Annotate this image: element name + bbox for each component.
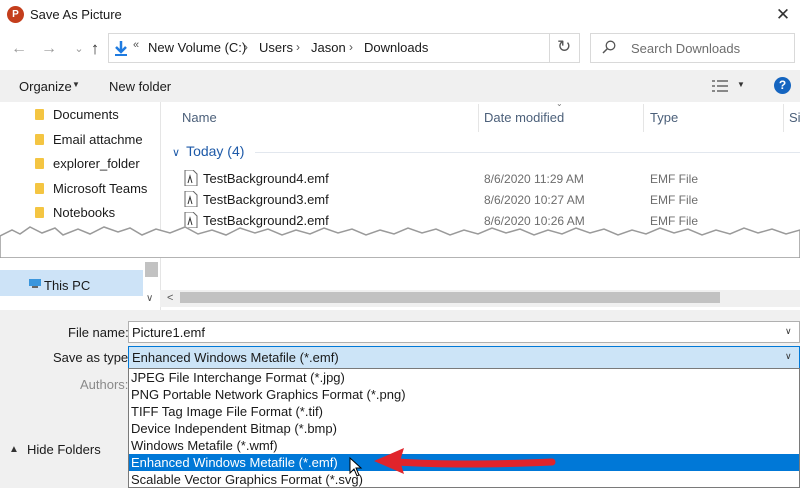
forward-button[interactable]: →: [38, 38, 60, 60]
breadcrumb-overflow-icon[interactable]: «: [133, 39, 139, 51]
download-arrow-icon: [115, 41, 127, 56]
caret-up-icon[interactable]: ▲: [9, 444, 19, 455]
back-button[interactable]: ←: [8, 38, 30, 60]
up-button[interactable]: ↑: [84, 38, 106, 60]
file-type: EMF File: [650, 193, 698, 207]
folder-icon: [35, 109, 44, 120]
type-option-jpg[interactable]: JPEG File Interchange Format (*.jpg): [129, 369, 799, 386]
computer-icon: [29, 279, 41, 288]
type-option-tif[interactable]: TIFF Tag Image File Format (*.tif): [129, 403, 799, 420]
close-button[interactable]: ✕: [770, 3, 796, 27]
view-options-caret-icon[interactable]: ▼: [737, 80, 745, 89]
file-type: EMF File: [650, 172, 698, 186]
search-input[interactable]: Search Downloads: [631, 41, 740, 56]
help-button[interactable]: ?: [774, 77, 791, 94]
group-separator-line: [255, 152, 800, 153]
column-header-date-modified[interactable]: Date modified: [484, 110, 564, 125]
save-as-type-value[interactable]: Enhanced Windows Metafile (*.emf): [132, 350, 339, 365]
file-name: TestBackground4.emf: [203, 171, 329, 186]
type-option-png[interactable]: PNG Portable Network Graphics Format (*.…: [129, 386, 799, 403]
column-header-type[interactable]: Type: [650, 110, 678, 125]
column-header-name[interactable]: Name: [182, 110, 217, 125]
nav-item-documents[interactable]: Documents: [53, 107, 119, 122]
file-name: TestBackground3.emf: [203, 192, 329, 207]
organize-button[interactable]: Organize: [19, 79, 72, 94]
horizontal-scrollbar-thumb[interactable]: [180, 292, 720, 303]
emf-file-icon: [184, 191, 198, 207]
save-as-type-label: Save as type:: [53, 350, 132, 365]
search-icon: [602, 40, 616, 54]
chevron-down-icon[interactable]: ∨: [785, 351, 792, 362]
vertical-scrollbar-thumb[interactable]: [145, 262, 158, 277]
details-view-icon[interactable]: [712, 79, 728, 93]
column-divider[interactable]: [478, 104, 479, 132]
pane-divider[interactable]: [160, 102, 161, 310]
scroll-down-arrow-icon[interactable]: ∨: [146, 293, 153, 304]
breadcrumb-downloads[interactable]: Downloads: [364, 40, 428, 55]
breadcrumb-jason[interactable]: Jason: [311, 40, 346, 55]
file-name-value[interactable]: Picture1.emf: [132, 325, 205, 340]
table-row[interactable]: TestBackground3.emf 8/6/2020 10:27 AM EM…: [170, 189, 800, 209]
file-name-label: File name:: [68, 325, 129, 340]
file-date: 8/6/2020 11:29 AM: [484, 172, 584, 186]
breadcrumb-users[interactable]: Users: [259, 40, 293, 55]
caret-down-icon[interactable]: ▼: [72, 80, 80, 89]
breadcrumb-separator[interactable]: ›: [349, 40, 353, 54]
scroll-left-arrow-icon[interactable]: <: [167, 292, 173, 304]
refresh-icon[interactable]: ↻: [557, 37, 571, 57]
mouse-cursor-icon: [349, 457, 363, 477]
table-row[interactable]: TestBackground4.emf 8/6/2020 11:29 AM EM…: [170, 168, 800, 188]
file-date: 8/6/2020 10:27 AM: [484, 193, 585, 207]
authors-label: Authors:: [80, 377, 129, 392]
type-option-bmp[interactable]: Device Independent Bitmap (*.bmp): [129, 420, 799, 437]
breadcrumb-separator[interactable]: ›: [296, 40, 300, 54]
hide-folders-button[interactable]: Hide Folders: [27, 442, 101, 457]
nav-item-email-attachments[interactable]: Email attachmen: [53, 132, 143, 147]
nav-item-explorer-folder[interactable]: explorer_folder: [53, 156, 140, 171]
column-header-size[interactable]: Siz: [789, 110, 800, 125]
folder-icon: [35, 134, 44, 145]
folder-icon: [35, 183, 44, 194]
chevron-down-icon: ∨: [172, 147, 181, 159]
folder-icon: [35, 207, 44, 218]
chevron-down-icon[interactable]: ∨: [785, 326, 792, 337]
column-divider[interactable]: [643, 104, 644, 132]
folder-icon: [35, 158, 44, 169]
new-folder-button[interactable]: New folder: [109, 79, 171, 94]
group-label: Today (4): [186, 143, 245, 159]
sort-indicator-icon: ⌄: [556, 99, 563, 108]
nav-item-this-pc[interactable]: This PC: [44, 278, 90, 293]
file-name-field[interactable]: [128, 321, 800, 343]
window-title: Save As Picture: [30, 7, 122, 22]
powerpoint-icon: P: [7, 6, 24, 23]
column-divider[interactable]: [783, 104, 784, 132]
red-annotation-arrow: [374, 448, 556, 474]
nav-item-microsoft-teams[interactable]: Microsoft Teams: [53, 181, 147, 196]
breadcrumb-separator[interactable]: ›: [244, 40, 248, 54]
torn-edge-effect: [0, 226, 800, 258]
group-header-today[interactable]: ∨ Today (4): [172, 143, 244, 159]
breadcrumb-new-volume[interactable]: New Volume (C:): [148, 40, 246, 55]
emf-file-icon: [184, 170, 198, 186]
